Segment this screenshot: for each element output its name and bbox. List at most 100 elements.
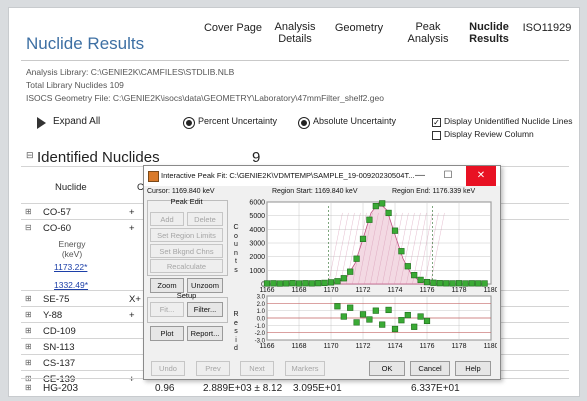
counts-data-point [385,209,392,217]
counts-data-point [321,279,328,287]
counts-data-point [372,203,379,210]
cursor-readout: Cursor: 1169.840 keV [147,188,215,195]
counts-data-point [283,280,290,287]
counts-data-point [379,200,386,207]
counts-data-point [366,216,373,223]
filter-button[interactable]: Filter... [187,302,223,317]
close-icon[interactable]: ✕ [466,166,496,186]
resid-y-tick-label: -3.0 [255,339,266,345]
energy-line-link[interactable]: 1173.22* [54,262,87,272]
resid-x-tick-label: 1170 [323,343,338,350]
nuclide-flag: X+ [129,294,141,305]
nuclide-name: SN-113 [43,342,75,353]
resid-y-tick-label: -1.0 [255,324,266,330]
nuclide-name: CO-57 [43,207,71,218]
counts-x-tick-label: 1168 [291,287,306,294]
counts-data-point [327,279,335,286]
dialog-title-bar[interactable]: Interactive Peak Fit: C:\GENIE2K\VDMTEMP… [144,166,500,186]
display-review-checkbox[interactable] [432,131,441,140]
counts-data-point [353,255,360,262]
nuclide-flag: + [129,310,135,321]
tab-peak-analysis[interactable]: Peak Analysis [403,21,453,45]
counts-data-point [449,280,456,287]
resid-data-point [411,323,418,330]
nuclide-name: HG-203 [43,383,79,394]
counts-data-point [334,278,341,285]
absolute-uncertainty-radio[interactable] [299,118,309,128]
resid-data-point [347,304,354,311]
expand-all-arrow-icon[interactable] [37,117,46,129]
prev-button[interactable]: Prev [196,361,230,376]
section-title: Identified Nuclides [37,149,160,166]
cancel-button[interactable]: Cancel [410,361,450,376]
nuclide-name: CD-109 [43,326,76,337]
report-button[interactable]: Report... [187,326,223,341]
resid-data-point [372,307,379,314]
add-button[interactable]: Add [150,212,184,226]
maximize-icon[interactable]: ☐ [436,166,460,186]
expand-row-icon[interactable]: ⊞ [25,326,32,335]
collapse-row-icon[interactable]: ⊟ [25,223,32,232]
tab-geometry[interactable]: Geometry [329,22,389,34]
recalculate-button[interactable]: Recalculate [150,259,223,273]
resid-data-point [379,321,386,328]
absolute-uncertainty-label[interactable]: Absolute Uncertainty [313,116,396,126]
collapse-section-icon[interactable]: ⊟ [26,150,34,161]
resid-data-point [334,303,341,310]
minimize-icon[interactable]: — [408,166,432,186]
counts-x-tick-label: 1172 [355,287,370,294]
tab-nuclide-results[interactable]: Nuclide Results [463,21,515,45]
counts-data-point [468,280,475,287]
plot-button[interactable]: Plot [150,326,184,341]
counts-data-point [430,279,437,286]
resid-x-tick-label: 1178 [451,343,466,350]
help-button[interactable]: Help [455,361,491,376]
percent-uncertainty-label[interactable]: Percent Uncertainty [198,116,277,126]
expand-row-icon[interactable]: ⊞ [25,207,32,216]
resid-y-tick-label: 1.0 [257,309,266,315]
counts-x-tick-label: 1176 [419,287,434,294]
counts-data-point [436,280,443,287]
percent-uncertainty-radio[interactable] [184,118,194,128]
expand-row-icon[interactable]: ⊞ [25,358,32,367]
tab-cover-page[interactable]: Cover Page [195,22,271,34]
display-unidentified-label[interactable]: Display Unidentified Nuclide Lines [444,116,573,126]
counts-x-tick-label: 1178 [451,287,466,294]
counts-data-point [462,280,469,287]
delete-button[interactable]: Delete [187,212,223,226]
table-row[interactable]: ⊞ HG-203 0.96 2.889E+03 ± 8.12 3.095E+01… [21,378,569,396]
resid-data-point [398,317,405,324]
display-review-label[interactable]: Display Review Column [444,129,534,139]
tab-analysis-details[interactable]: Analysis Details [267,21,323,45]
counts-data-point [481,280,488,287]
expand-row-icon[interactable]: ⊞ [25,310,32,319]
tab-iso11929[interactable]: ISO11929 [519,22,575,34]
column-nuclide: Nuclide [55,182,87,193]
undo-button[interactable]: Undo [151,361,185,376]
display-unidentified-checkbox[interactable]: ✓ [432,118,441,127]
resid-x-tick-label: 1180 [483,343,497,350]
next-button[interactable]: Next [240,361,274,376]
page-title: Nuclide Results [26,34,145,53]
set-bkgnd-chns-button[interactable]: Set Bkgnd Chns [150,244,223,258]
resid-x-tick-label: 1172 [355,343,370,350]
counts-data-point [475,280,482,287]
markers-button[interactable]: Markers [285,361,325,376]
expand-row-icon[interactable]: ⊞ [25,342,32,351]
peak-fit-plots[interactable]: 1166116811701172117411761178118001000200… [239,199,497,357]
set-region-limits-button[interactable]: Set Region Limits [150,228,223,242]
expand-all-label[interactable]: Expand All [53,116,100,127]
expand-row-icon[interactable]: ⊞ [25,294,32,303]
expand-row-icon[interactable]: ⊞ [25,383,32,392]
resid-data-point [404,311,411,319]
value-cell: 6.337E+01 [411,383,460,394]
energy-header: Energy (keV) [58,239,86,259]
energy-line-link[interactable]: 1332.49* [54,280,88,290]
fit-button[interactable]: Fit... [150,302,184,317]
total-library-text: Total Library Nuclides 109 [26,80,124,90]
peak-edit-label: Peak Edit [170,197,203,206]
region-start-readout: Region Start: 1169.840 keV [272,188,358,195]
value-cell: 0.96 [155,383,175,394]
ok-button[interactable]: OK [369,361,405,376]
counts-y-tick-label: 2000 [249,254,265,261]
